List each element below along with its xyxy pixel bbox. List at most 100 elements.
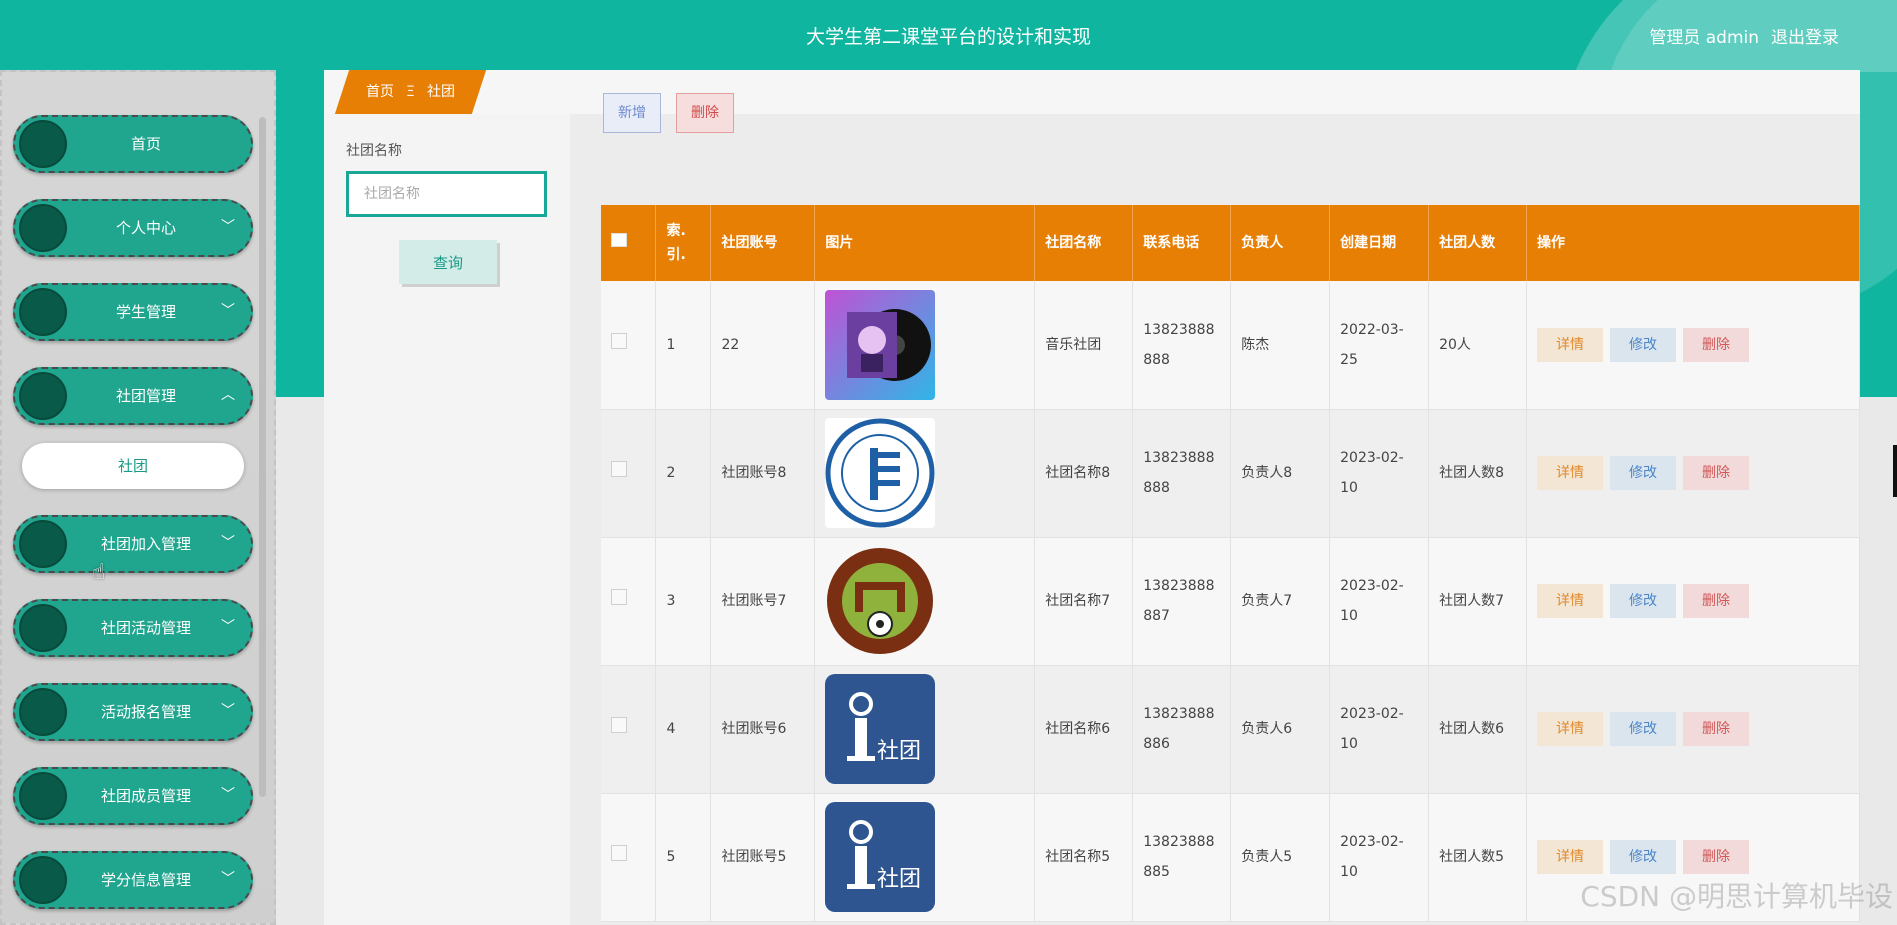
menu-knob-icon xyxy=(19,520,67,568)
batch-delete-button[interactable]: 删除 xyxy=(676,93,734,133)
cell-index: 1 xyxy=(655,281,712,410)
delete-button[interactable]: 删除 xyxy=(1683,712,1750,746)
sidebar-item-club-join-management[interactable]: 社团加入管理 ﹀ xyxy=(13,515,253,573)
club-i-logo: 社团 xyxy=(825,802,936,912)
edit-button[interactable]: 修改 xyxy=(1610,456,1677,490)
cell-actions: 详情 修改 删除 xyxy=(1526,537,1860,666)
row-checkbox-cell[interactable] xyxy=(601,665,657,794)
phone-part: 885 xyxy=(1143,864,1170,880)
chevron-down-icon: ﹀ xyxy=(221,303,235,319)
query-button[interactable]: 查询 xyxy=(399,240,497,284)
detail-button[interactable]: 详情 xyxy=(1537,327,1604,362)
top-header: 大学生第二课堂平台的设计和实现 管理员 admin 退出登录 xyxy=(0,0,1897,72)
cell-index: 4 xyxy=(655,665,712,794)
delete-button[interactable]: 删除 xyxy=(1683,327,1750,362)
sidebar-item-student-management[interactable]: 学生管理 ﹀ xyxy=(13,283,253,341)
cell-account: 社团账号8 xyxy=(710,409,816,538)
row-checkbox-cell[interactable] xyxy=(601,793,657,922)
sidebar-item-personal-center[interactable]: 个人中心 ﹀ xyxy=(13,199,253,257)
column-header: 索.引. xyxy=(655,205,712,281)
cell-index: 2 xyxy=(655,409,712,538)
row-checkbox-cell[interactable] xyxy=(601,281,657,410)
row-checkbox[interactable] xyxy=(611,332,627,349)
club-name-search-input[interactable] xyxy=(346,171,547,217)
sidebar-subitem-club[interactable]: 社团 xyxy=(22,443,244,489)
row-checkbox[interactable] xyxy=(611,845,627,861)
cell-date: 2023-02- 10 xyxy=(1329,665,1430,794)
menu-knob-icon xyxy=(19,120,67,168)
detail-button[interactable]: 详情 xyxy=(1537,456,1604,490)
cell-image: 社团 xyxy=(814,665,1036,794)
sidebar-item-label: 社团管理 xyxy=(115,387,176,405)
breadcrumb-current: 社团 xyxy=(426,84,455,100)
breadcrumb: 首页 Ξ 社团 xyxy=(334,70,487,114)
date-part: 25 xyxy=(1340,351,1358,368)
row-checkbox[interactable] xyxy=(611,589,627,605)
cell-name: 音乐社团 xyxy=(1034,281,1134,410)
delete-button[interactable]: 删除 xyxy=(1683,584,1750,618)
cell-name: 社团名称7 xyxy=(1034,537,1134,666)
date-part: 2022-03- xyxy=(1340,321,1404,338)
column-header: 图片 xyxy=(814,205,1036,281)
cell-phone: 13823888 887 xyxy=(1132,537,1232,666)
table-row: 4 社团账号6 社团 社团名称6 13823888 886 负责人6 2023-0… xyxy=(601,665,1860,794)
sidebar-item-credit-info-management[interactable]: 学分信息管理 ﹀ xyxy=(13,851,253,909)
phone-part: 13823888 xyxy=(1143,321,1215,338)
breadcrumb-home[interactable]: 首页 xyxy=(366,70,394,114)
row-checkbox[interactable] xyxy=(611,461,627,477)
cell-date: 2022-03- 25 xyxy=(1329,281,1430,410)
edit-button[interactable]: 修改 xyxy=(1610,584,1677,618)
chevron-down-icon: ﹀ xyxy=(221,219,235,235)
edit-button[interactable]: 修改 xyxy=(1610,840,1677,874)
chevron-down-icon: ﹀ xyxy=(221,871,235,887)
sidebar-item-club-member-management[interactable]: 社团成员管理 ﹀ xyxy=(13,767,253,825)
row-checkbox-cell[interactable] xyxy=(601,537,657,666)
column-header: 联系电话 xyxy=(1132,205,1232,281)
sidebar-item-label: 活动报名管理 xyxy=(100,703,191,721)
edit-button[interactable]: 修改 xyxy=(1610,327,1677,362)
sidebar-item-club-activity-management[interactable]: 社团活动管理 ﹀ xyxy=(13,599,253,657)
music-association-graphic xyxy=(825,418,935,528)
select-all-checkbox[interactable] xyxy=(611,233,627,247)
sidebar-item-home[interactable]: 首页 xyxy=(13,115,253,173)
music-album-image xyxy=(825,289,936,400)
detail-button[interactable]: 详情 xyxy=(1537,712,1604,746)
table-row: 1 22 音乐社团 13823888 888 陈杰 2022-03- 25 20人 xyxy=(601,281,1860,410)
edit-button[interactable]: 修改 xyxy=(1610,712,1677,746)
column-header: 社团名称 xyxy=(1034,205,1134,281)
filter-label: 社团名称 xyxy=(346,143,402,159)
cell-phone: 13823888 888 xyxy=(1132,409,1232,538)
phone-part: 13823888 xyxy=(1143,578,1215,594)
club-table: 索.引. 社团账号 图片 社团名称 联系电话 负责人 创建日期 社团人数 操作 … xyxy=(601,205,1860,922)
cell-members: 社团人数7 xyxy=(1428,537,1528,666)
select-all-checkbox-cell[interactable] xyxy=(601,205,657,281)
chevron-down-icon: ﹀ xyxy=(221,535,235,551)
screen-edge-marker xyxy=(1893,445,1897,497)
cell-phone: 13823888 885 xyxy=(1132,793,1232,922)
sidebar-item-club-management[interactable]: 社团管理 ︿ xyxy=(13,367,253,425)
detail-button[interactable]: 详情 xyxy=(1537,584,1604,618)
hand-cursor-icon: ☝ xyxy=(92,560,106,585)
cell-members: 20人 xyxy=(1428,281,1528,410)
sidebar-item-label: 社团活动管理 xyxy=(100,619,191,637)
football-association-graphic xyxy=(827,548,934,654)
phone-part: 13823888 xyxy=(1143,706,1215,722)
sidebar-item-activity-signup-management[interactable]: 活动报名管理 ﹀ xyxy=(13,683,253,741)
delete-button[interactable]: 删除 xyxy=(1683,456,1750,490)
row-checkbox[interactable] xyxy=(611,717,627,733)
sidebar-item-label: 个人中心 xyxy=(115,219,176,237)
cell-image xyxy=(814,281,1036,410)
date-part: 2023-02- xyxy=(1340,450,1404,466)
detail-button[interactable]: 详情 xyxy=(1537,840,1604,874)
date-part: 2023-02- xyxy=(1340,834,1404,850)
add-button[interactable]: 新增 xyxy=(603,93,661,133)
column-header: 创建日期 xyxy=(1329,205,1430,281)
menu-knob-icon xyxy=(19,772,67,820)
cell-actions: 详情 修改 删除 xyxy=(1526,281,1860,410)
cell-leader: 负责人6 xyxy=(1230,665,1331,794)
date-part: 10 xyxy=(1340,864,1358,880)
row-checkbox-cell[interactable] xyxy=(601,409,657,538)
delete-button[interactable]: 删除 xyxy=(1683,840,1750,874)
sidebar-scrollbar[interactable] xyxy=(259,117,266,797)
menu-knob-icon xyxy=(19,856,67,904)
